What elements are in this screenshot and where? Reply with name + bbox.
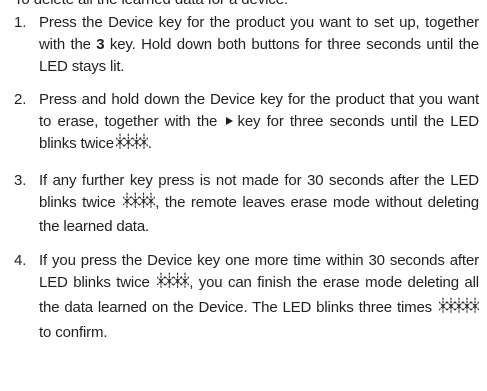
list-item: 1. Press the Device key for the product y… (0, 12, 479, 77)
step-number: 3. (14, 171, 27, 189)
step-text: . (147, 134, 152, 152)
led-blink-twice-icon (156, 272, 190, 297)
led-blink-twice-icon (122, 192, 156, 217)
instruction-list: 1. Press the Device key for the product y… (0, 12, 487, 343)
step-number: 1. (14, 14, 27, 31)
step-text: to confirm. (39, 323, 108, 341)
led-blink-three-times-icon (438, 297, 480, 322)
list-item: 4. If you press the Device key one more t… (0, 250, 480, 343)
step-number: 4. (14, 252, 27, 270)
intro-text: To delete all the learned data for a dev… (14, 0, 288, 9)
led-blink-twice-icon (115, 133, 149, 158)
list-item: 2. Press and hold down the Device key for… (0, 89, 479, 157)
step-number: 2. (14, 91, 27, 109)
play-arrow-icon (226, 117, 234, 126)
step-text: key. Hold down both buttons for three se… (39, 35, 479, 75)
list-item: 3. If any further key press is not made f… (0, 170, 479, 238)
